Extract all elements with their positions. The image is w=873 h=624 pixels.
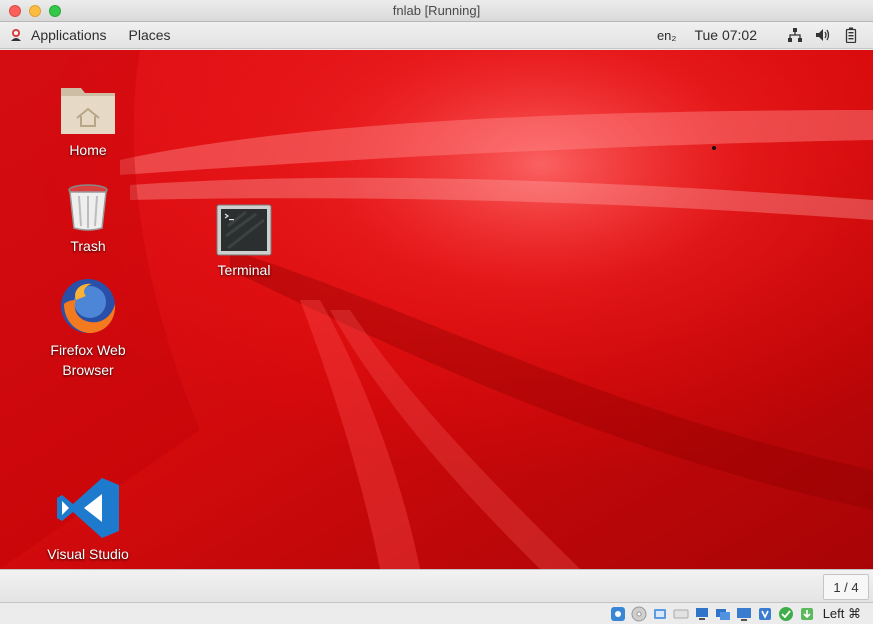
desktop-icon-label: Firefox Web Browser: [50, 342, 126, 378]
keyboard-layout-indicator[interactable]: en₂: [657, 28, 677, 43]
window-controls: [9, 5, 61, 17]
mouse-integration-icon[interactable]: [799, 606, 815, 622]
vscode-icon: [57, 478, 119, 538]
optical-drive-icon[interactable]: [631, 606, 647, 622]
bottom-panel: 1 / 4: [0, 569, 873, 603]
applications-menu[interactable]: Applications: [9, 27, 107, 43]
top-panel: Applications Places en₂ Tue 07:02: [0, 22, 873, 49]
desktop-icon-trash[interactable]: Trash: [38, 184, 138, 256]
desktop-icon-terminal[interactable]: Terminal: [194, 204, 294, 280]
host-key-indicator[interactable]: Left ⌘: [823, 606, 861, 622]
usb-icon[interactable]: [694, 606, 710, 622]
close-window-button[interactable]: [9, 5, 21, 17]
audio-icon[interactable]: [652, 606, 668, 622]
workspace-switcher[interactable]: 1 / 4: [823, 574, 869, 600]
places-menu[interactable]: Places: [129, 27, 171, 43]
applications-menu-label: Applications: [31, 27, 107, 43]
clock[interactable]: Tue 07:02: [694, 27, 757, 43]
hard-disk-icon[interactable]: [610, 606, 626, 622]
desktop[interactable]: Home Trash Firefox Web Browser Terminal: [0, 50, 873, 569]
volume-icon[interactable]: [815, 27, 831, 43]
trash-icon: [68, 184, 108, 231]
network-icon[interactable]: [787, 27, 803, 43]
desktop-icon-label: Visual Studio Code: [47, 546, 129, 569]
maximize-window-button[interactable]: [49, 5, 61, 17]
video-capture-icon[interactable]: [757, 606, 773, 622]
desktop-icon-home[interactable]: Home: [38, 80, 138, 160]
battery-icon[interactable]: [843, 27, 859, 43]
desktop-icon-label: Terminal: [217, 262, 271, 278]
display-icon[interactable]: [736, 606, 752, 622]
desktop-icon-label: Home: [69, 142, 107, 158]
minimize-window-button[interactable]: [29, 5, 41, 17]
firefox-icon: [61, 279, 116, 334]
applications-icon: [11, 29, 21, 41]
window-titlebar[interactable]: fnlab [Running]: [0, 0, 873, 22]
panel-status-area: en₂ Tue 07:02: [657, 27, 859, 43]
terminal-icon: [216, 204, 272, 256]
desktop-icon-firefox[interactable]: Firefox Web Browser: [38, 276, 138, 380]
virtualbox-statusbar: Left ⌘: [0, 603, 873, 624]
window-title: fnlab [Running]: [392, 3, 481, 18]
shared-folders-icon[interactable]: [715, 606, 731, 622]
desktop-icon-vscode[interactable]: Visual Studio Code: [38, 476, 138, 569]
desktop-icon-label: Trash: [70, 238, 106, 254]
home-folder-icon: [61, 88, 115, 134]
virtualization-icon[interactable]: [778, 606, 794, 622]
network-adapter-icon[interactable]: [673, 606, 689, 622]
